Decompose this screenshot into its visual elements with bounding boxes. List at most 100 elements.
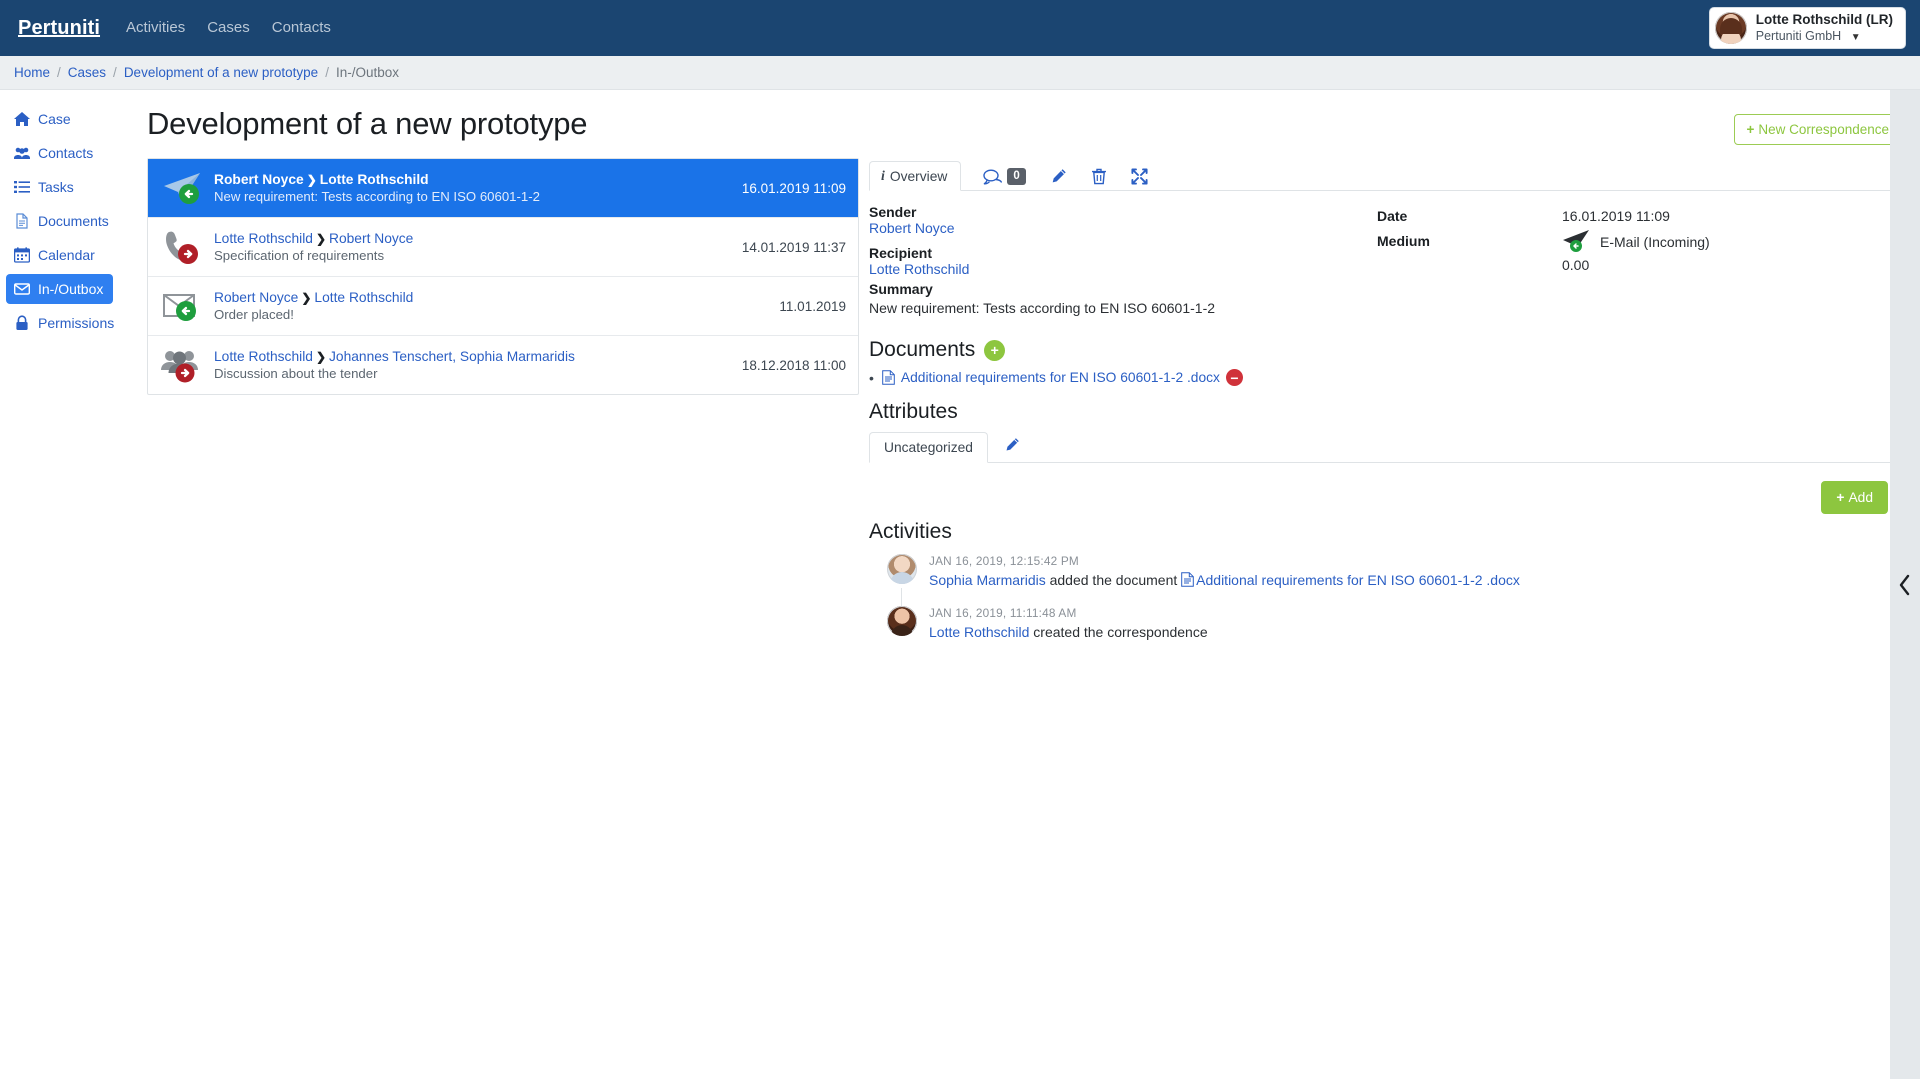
correspondence-date: 18.12.2018 11:00 [741, 357, 846, 373]
tab-uncategorized[interactable]: Uncategorized [869, 432, 988, 463]
correspondence-parties: Lotte Rothschild ❯ Robert Noyce [214, 231, 732, 246]
nav-link-activities[interactable]: Activities [126, 0, 185, 56]
new-correspondence-button[interactable]: + New Correspondence [1733, 114, 1902, 145]
comments-button[interactable]: 0 [983, 168, 1026, 185]
correspondence-text: Robert Noyce ❯ Lotte Rothschild Order plac… [214, 290, 769, 322]
breadcrumb-separator: / [57, 65, 61, 80]
avatar [887, 606, 917, 636]
expand-button[interactable] [1131, 168, 1148, 185]
correspondence-from: Lotte Rothschild [214, 349, 313, 364]
recipient-value[interactable]: Lotte Rothschild [869, 261, 1377, 277]
new-correspondence-label: New Correspondence [1758, 122, 1889, 137]
sidebar-item-contacts[interactable]: Contacts [6, 138, 113, 168]
tab-overview[interactable]: i Overview [869, 161, 962, 191]
sidebar-item-inoutbox[interactable]: In-/Outbox [6, 274, 113, 304]
correspondence-subject: New requirement: Tests according to EN I… [214, 189, 540, 204]
chevron-down-icon: ▼ [1850, 31, 1861, 43]
nav-link-cases[interactable]: Cases [207, 0, 250, 56]
correspondence-subject: Specification of requirements [214, 248, 385, 263]
correspondence-list: Robert Noyce ❯ Lotte Rothschild New requir… [147, 158, 859, 395]
correspondence-from: Robert Noyce [214, 290, 299, 305]
trash-icon [1091, 168, 1106, 185]
correspondence-date: 11.01.2019 [779, 298, 846, 314]
attributes-tabbar: Uncategorized [869, 432, 1902, 463]
expand-arrows-icon [1131, 168, 1148, 185]
phone-outgoing-icon [160, 227, 204, 267]
collapse-panel-button[interactable] [1898, 574, 1912, 596]
home-icon [14, 112, 30, 126]
edit-button[interactable] [1050, 168, 1067, 185]
document-list-item: • Additional requirements for EN ISO 606… [869, 369, 1902, 386]
detail-fields: Sender Robert Noyce Recipient Lotte Roth… [869, 191, 1902, 316]
activity-body: JAN 16, 2019, 12:15:42 PM Sophia Marmari… [929, 554, 1902, 588]
correspondence-date: 16.01.2019 11:09 [741, 180, 846, 196]
comment-icon [983, 168, 1003, 185]
correspondence-to: Johannes Tenschert, Sophia Marmaridis [329, 349, 575, 364]
correspondence-list-item[interactable]: Robert Noyce ❯ Lotte Rothschild New requir… [148, 159, 858, 218]
sidebar-item-documents[interactable]: Documents [6, 206, 113, 236]
activity-actor-link[interactable]: Sophia Marmaridis [929, 572, 1046, 588]
medium-row: E-Mail (Incoming) [1562, 229, 1902, 255]
delete-button[interactable] [1091, 168, 1107, 185]
activity-timestamp: JAN 16, 2019, 11:11:48 AM [929, 606, 1077, 620]
detail-actions: 0 [961, 168, 1148, 190]
correspondence-list-item[interactable]: Lotte Rothschild ❯ Johannes Tenschert, Sop… [148, 336, 858, 394]
document-link[interactable]: Additional requirements for EN ISO 60601… [901, 370, 1220, 385]
breadcrumb-item-current: In-/Outbox [335, 65, 399, 80]
activity-actor-link[interactable]: Lotte Rothschild [929, 624, 1029, 640]
sender-value[interactable]: Robert Noyce [869, 220, 1377, 236]
user-org: Pertuniti GmbH ▼ [1756, 28, 1893, 44]
sidebar-item-label: In-/Outbox [38, 281, 104, 297]
detail-meta-values: 16.01.2019 11:09 E-Mail (Incoming) 0.00 [1562, 204, 1902, 316]
correspondence-to: Lotte Rothschild [314, 290, 414, 305]
medium-label: Medium [1377, 233, 1430, 249]
breadcrumb-item-case[interactable]: Development of a new prototype [124, 65, 318, 80]
activity-timestamp: JAN 16, 2019, 12:15:42 PM [929, 554, 1079, 568]
nav-link-contacts[interactable]: Contacts [272, 0, 331, 56]
activity-text: Lotte Rothschild created the corresponde… [929, 624, 1902, 640]
arrow-icon: ❯ [315, 232, 326, 246]
right-panel-strip [1890, 90, 1920, 1079]
paper-plane-incoming-icon [160, 168, 204, 208]
attributes-title: Attributes [869, 400, 958, 423]
activity-list-item: JAN 16, 2019, 12:15:42 PM Sophia Marmari… [869, 554, 1902, 588]
sidebar-item-label: Tasks [38, 179, 74, 195]
avatar [887, 554, 917, 584]
detail-panel: i Overview 0 Sender Robert Noyce Recipie… [869, 158, 1902, 658]
sidebar-item-tasks[interactable]: Tasks [6, 172, 113, 202]
documents-title: Documents [869, 338, 976, 361]
add-attribute-row: + Add [869, 481, 1902, 514]
pencil-icon [1006, 437, 1019, 451]
bullet-icon: • [869, 369, 874, 386]
correspondence-parties: Robert Noyce ❯ Lotte Rothschild [214, 290, 769, 305]
recipient-label: Recipient [869, 245, 933, 261]
date-label: Date [1377, 208, 1408, 224]
edit-attributes-button[interactable] [1004, 437, 1020, 458]
correspondence-list-item[interactable]: Robert Noyce ❯ Lotte Rothschild Order plac… [148, 277, 858, 336]
correspondence-text: Lotte Rothschild ❯ Johannes Tenschert, Sop… [214, 349, 732, 381]
brand-logo[interactable]: Pertuniti [18, 17, 100, 40]
sidebar-item-label: Calendar [38, 247, 95, 263]
breadcrumb-item-home[interactable]: Home [14, 65, 50, 80]
envelope-icon [14, 283, 30, 295]
add-button[interactable]: + Add [1821, 481, 1888, 514]
pencil-icon [1052, 169, 1066, 183]
top-navbar: Pertuniti Activities Cases Contacts Lott… [0, 0, 1920, 56]
amount-value: 0.00 [1562, 257, 1590, 273]
add-document-button[interactable]: + [984, 339, 1006, 361]
sidebar-item-permissions[interactable]: Permissions [6, 308, 114, 338]
content-area: Robert Noyce ❯ Lotte Rothschild New requir… [129, 145, 1920, 658]
activity-document-link[interactable]: Additional requirements for EN ISO 60601… [1196, 572, 1520, 588]
correspondence-subject: Order placed! [214, 307, 294, 322]
group-outgoing-icon [160, 345, 204, 385]
plus-icon: + [1746, 122, 1755, 137]
sidebar-item-case[interactable]: Case [6, 104, 113, 134]
correspondence-list-item[interactable]: Lotte Rothschild ❯ Robert Noyce Specificat… [148, 218, 858, 277]
add-button-label: Add [1848, 490, 1873, 505]
sidebar-item-calendar[interactable]: Calendar [6, 240, 113, 270]
sidebar: Case Contacts Tasks Documents Calendar I… [0, 90, 119, 1079]
user-menu[interactable]: Lotte Rothschild (LR) Pertuniti GmbH ▼ [1708, 7, 1906, 49]
activity-action: created the correspondence [1029, 624, 1208, 640]
breadcrumb-item-cases[interactable]: Cases [68, 65, 106, 80]
remove-document-button[interactable]: − [1225, 369, 1243, 386]
